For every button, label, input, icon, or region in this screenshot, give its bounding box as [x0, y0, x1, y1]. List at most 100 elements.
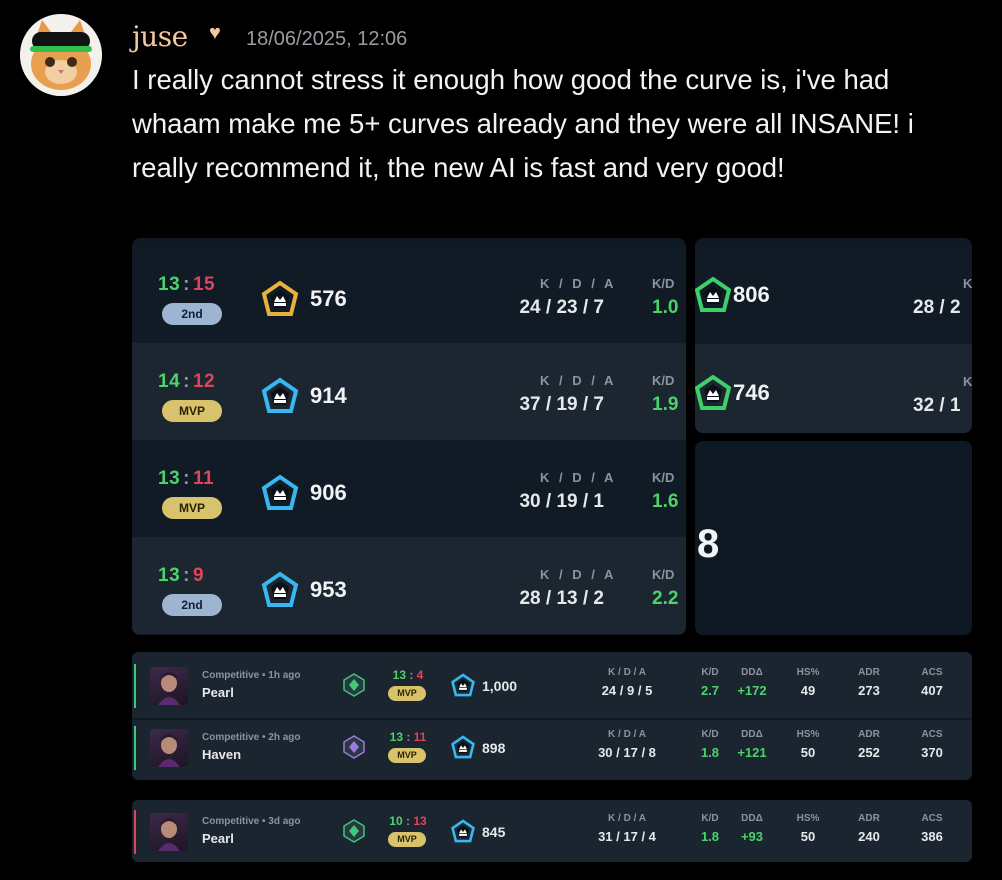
result-stripe	[134, 726, 136, 770]
row-divider	[132, 718, 972, 720]
kd-value: 1.0	[652, 297, 679, 318]
rank-rating: 953	[310, 577, 347, 602]
match-score: 13 : 11	[389, 730, 427, 744]
kd-value: 2.2	[652, 588, 679, 609]
match-mode: Competitive • 1h ago	[202, 670, 301, 681]
map-emblem-icon	[342, 819, 366, 843]
agent-portrait	[150, 729, 188, 767]
map-emblem-icon	[342, 735, 366, 759]
rank-icon	[260, 280, 300, 320]
match-mode: Competitive • 3d ago	[202, 816, 301, 827]
kda-value: 30 / 19 / 1	[519, 491, 604, 512]
match-score: 13 : 4	[392, 668, 424, 682]
cropped-card-empty	[695, 441, 972, 635]
placement-badge: MVP	[162, 497, 222, 519]
stat-adr: ADR 273	[858, 667, 880, 698]
match-score: 13:11	[158, 468, 215, 489]
stat-adr: ADR 252	[858, 729, 880, 760]
kd-label: K/D	[652, 567, 675, 582]
placement-badge: MVP	[388, 748, 426, 763]
stat-kda: K / D / A 24 / 9 / 5	[601, 667, 653, 698]
kda-label: K / D / A	[540, 470, 617, 485]
match-row[interactable]: 13:9 2nd 953 K / D / A 28 / 13 / 2 K/D 2…	[132, 537, 686, 634]
rank-rating: 746	[733, 380, 770, 405]
cropped-large-number: 8	[697, 522, 720, 566]
kda-value: 28 / 2	[913, 297, 961, 318]
agent-portrait	[150, 667, 188, 705]
placement-badge: MVP	[388, 686, 426, 701]
placement-badge: MVP	[162, 400, 222, 422]
placement-badge: 2nd	[162, 594, 222, 616]
rank-icon	[450, 819, 476, 845]
stat-acs: ACS 386	[921, 813, 943, 844]
stat-adr: ADR 240	[858, 813, 880, 844]
match-history-card: Competitive • 1h ago Pearl 13 : 4 MVP 1,…	[132, 652, 972, 780]
rank-icon	[260, 571, 300, 611]
rank-icon	[450, 735, 476, 761]
rank-rating: 1,000	[482, 678, 518, 694]
match-score: 13:15	[158, 274, 216, 295]
stat-kda: K / D / A 31 / 17 / 4	[598, 813, 656, 844]
match-score: 10 : 13	[389, 814, 427, 828]
match-row[interactable]: 13:15 2nd 576 K / D / A 24 / 23 / 7 K/D …	[132, 246, 686, 343]
history-row[interactable]: Competitive • 2h ago Haven 13 : 11 MVP 8…	[132, 716, 962, 778]
map-emblem-icon	[342, 673, 366, 697]
kda-label: K / D / A	[540, 373, 617, 388]
rank-icon	[695, 374, 733, 414]
placement-badge: 2nd	[162, 303, 222, 325]
match-row[interactable]: 14:12 MVP 914 K / D / A 37 / 19 / 7 K/D …	[132, 343, 686, 440]
kd-value: 1.9	[652, 394, 679, 415]
rank-icon	[695, 276, 733, 316]
map-name: Pearl	[202, 685, 234, 700]
message-text: I really cannot stress it enough how goo…	[132, 64, 914, 183]
user-avatar[interactable]	[20, 14, 102, 96]
map-name: Haven	[202, 747, 242, 762]
rank-rating: 898	[482, 740, 506, 756]
rank-rating: 914	[310, 383, 347, 408]
match-mode: Competitive • 2h ago	[202, 732, 301, 743]
result-stripe	[134, 810, 136, 854]
history-row[interactable]: Competitive • 3d ago Pearl 10 : 13 MVP 8…	[132, 800, 962, 862]
rank-rating: 845	[482, 824, 506, 840]
message-timestamp: 18/06/2025, 12:06	[246, 28, 408, 50]
kda-label: K / D / A	[540, 276, 617, 291]
match-summary-card-cropped: 806 K 28 / 2 746 K 32 / 1	[695, 238, 972, 433]
rank-icon	[450, 673, 476, 699]
match-row-cropped[interactable]: 746 K 32 / 1	[695, 344, 972, 433]
heart-icon: ♥	[209, 22, 221, 44]
match-row-cropped[interactable]: 806 K 28 / 2	[695, 246, 972, 343]
rank-icon	[260, 377, 300, 417]
result-stripe	[134, 664, 136, 708]
kd-label: K/D	[652, 373, 675, 388]
match-history-card: Competitive • 3d ago Pearl 10 : 13 MVP 8…	[132, 800, 972, 862]
rank-icon	[260, 474, 300, 514]
stat-acs: ACS 407	[921, 667, 943, 698]
rank-rating: 906	[310, 480, 347, 505]
kda-value: 24 / 23 / 7	[519, 297, 604, 318]
match-row[interactable]: 13:11 MVP 906 K / D / A 30 / 19 / 1 K/D …	[132, 440, 686, 537]
rank-rating: 576	[310, 286, 347, 311]
kd-label: K/D	[652, 470, 675, 485]
stat-hs: HS% 50	[796, 813, 820, 844]
kd-value: 1.6	[652, 491, 679, 512]
kda-value: 28 / 13 / 2	[519, 588, 604, 609]
placement-badge: MVP	[388, 832, 426, 847]
username[interactable]: juse	[132, 20, 188, 53]
kda-value: 32 / 1	[913, 395, 961, 416]
kda-label: K	[963, 276, 972, 291]
stat-kda: K / D / A 30 / 17 / 8	[598, 729, 656, 760]
kd-label: K/D	[652, 276, 675, 291]
history-row[interactable]: Competitive • 1h ago Pearl 13 : 4 MVP 1,…	[132, 654, 962, 716]
agent-portrait	[150, 813, 188, 851]
rank-rating: 806	[733, 282, 770, 307]
stat-hs: HS% 49	[796, 667, 820, 698]
stat-acs: ACS 370	[921, 729, 943, 760]
match-score: 14:12	[158, 371, 216, 392]
match-score: 13:9	[158, 565, 205, 586]
stat-hs: HS% 50	[796, 729, 820, 760]
match-summary-card: 13:15 2nd 576 K / D / A 24 / 23 / 7 K/D …	[132, 238, 686, 635]
kda-label: K	[963, 374, 972, 389]
kda-label: K / D / A	[540, 567, 617, 582]
kda-value: 37 / 19 / 7	[519, 394, 604, 415]
map-name: Pearl	[202, 831, 234, 846]
